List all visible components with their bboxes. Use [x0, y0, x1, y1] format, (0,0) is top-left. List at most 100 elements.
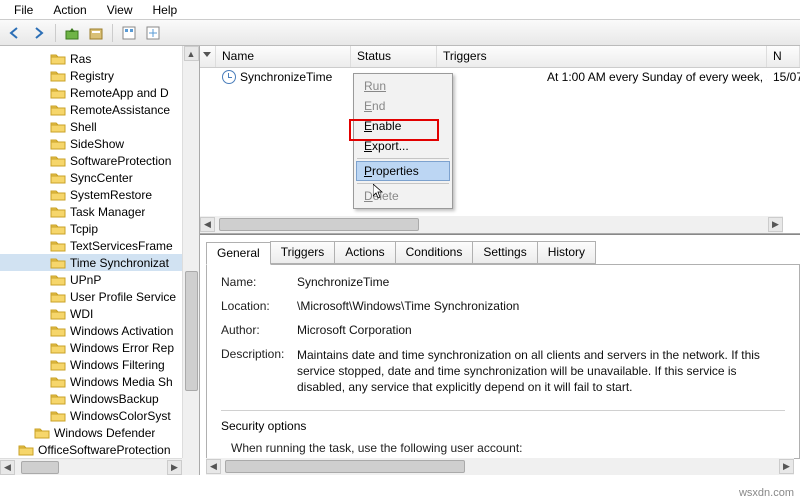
tree-item[interactable]: Windows Filtering: [0, 356, 182, 373]
tree-item[interactable]: Shell: [0, 118, 182, 135]
name-value: SynchronizeTime: [297, 275, 785, 289]
security-account-line: When running the task, use the following…: [231, 441, 785, 455]
tree-item-label: SyncCenter: [70, 171, 133, 185]
location-label: Location:: [221, 299, 297, 313]
tree-item[interactable]: OfficeSoftwareProtection: [0, 441, 182, 458]
tree-item[interactable]: SideShow: [0, 135, 182, 152]
author-value: Microsoft Corporation: [297, 323, 785, 337]
tree-vertical-scrollbar[interactable]: ▲ ▼: [182, 46, 199, 475]
tree-horizontal-scrollbar[interactable]: ◀ ▶: [0, 458, 182, 475]
clock-icon: [222, 70, 236, 84]
tree-panel: Ras Registry RemoteApp and D RemoteAssistan…: [0, 46, 200, 475]
context-export[interactable]: Export...: [356, 136, 450, 156]
task-next-run: 15/07/: [767, 69, 800, 85]
tree-item[interactable]: RemoteAssistance: [0, 101, 182, 118]
context-end[interactable]: End: [356, 96, 450, 116]
watermark: wsxdn.com: [739, 487, 794, 499]
tree-item[interactable]: Task Manager: [0, 203, 182, 220]
tree-item[interactable]: Windows Defender: [0, 424, 182, 441]
tree-item-label: Ras: [70, 52, 91, 66]
context-properties[interactable]: Properties: [356, 161, 450, 181]
tree-item[interactable]: RemoteApp and D: [0, 84, 182, 101]
tree-item-label: WDI: [70, 307, 93, 321]
details-pane: General Triggers Actions Conditions Sett…: [200, 234, 800, 475]
general-tab-content: Name: SynchronizeTime Location: \Microso…: [206, 264, 800, 459]
sort-indicator[interactable]: [200, 46, 216, 67]
tree-item[interactable]: Windows Error Rep: [0, 339, 182, 356]
forward-button[interactable]: [28, 22, 50, 44]
security-options-header: Security options: [221, 419, 785, 433]
task-row[interactable]: SynchronizeTime At 1:00 AM every Sunday …: [200, 68, 800, 86]
tree-item[interactable]: SoftwareProtection: [0, 152, 182, 169]
menu-help[interactable]: Help: [143, 1, 188, 19]
menu-bar: File Action View Help: [0, 0, 800, 20]
tree-item-label: RemoteApp and D: [70, 86, 169, 100]
menu-file[interactable]: File: [4, 1, 43, 19]
tree-item[interactable]: WindowsBackup: [0, 390, 182, 407]
task-list-header: Name Status Triggers N: [200, 46, 800, 68]
tab-triggers[interactable]: Triggers: [270, 241, 336, 264]
tree-item-label: Time Synchronizat: [70, 256, 169, 270]
description-value: Maintains date and time synchronization …: [297, 347, 785, 396]
location-value: \Microsoft\Windows\Time Synchronization: [297, 299, 785, 313]
tree-item-label: Registry: [70, 69, 114, 83]
tree-item[interactable]: Tcpip: [0, 220, 182, 237]
tree-item-label: Windows Error Rep: [70, 341, 174, 355]
tree-item-label: RemoteAssistance: [70, 103, 170, 117]
tree-item-label: WindowsBackup: [70, 392, 159, 406]
description-label: Description:: [221, 347, 297, 396]
toolbar: [0, 20, 800, 46]
tree-item-label: Windows Filtering: [70, 358, 165, 372]
context-delete[interactable]: Delete: [356, 186, 450, 206]
tab-settings[interactable]: Settings: [472, 241, 537, 264]
task-list-panel: Name Status Triggers N SynchronizeTime A…: [200, 46, 800, 234]
refresh-button[interactable]: [85, 22, 107, 44]
tree-item-label: WindowsColorSyst: [70, 409, 171, 423]
menu-view[interactable]: View: [97, 1, 143, 19]
task-triggers: At 1:00 AM every Sunday of every week, s…: [437, 69, 767, 85]
export-button[interactable]: [142, 22, 164, 44]
col-triggers[interactable]: Triggers: [437, 46, 767, 67]
tree-item[interactable]: UPnP: [0, 271, 182, 288]
tree-item[interactable]: TextServicesFrame: [0, 237, 182, 254]
author-label: Author:: [221, 323, 297, 337]
tree-item-label: OfficeSoftwareProtection: [38, 443, 171, 457]
col-name[interactable]: Name: [216, 46, 351, 67]
details-horizontal-scrollbar[interactable]: ◀ ▶: [206, 458, 794, 475]
col-status[interactable]: Status: [351, 46, 437, 67]
tree-item[interactable]: Windows Media Sh: [0, 373, 182, 390]
tree-item[interactable]: SyncCenter: [0, 169, 182, 186]
tree-item-label: User Profile Service: [70, 290, 176, 304]
properties-button[interactable]: [118, 22, 140, 44]
tree-item[interactable]: WDI: [0, 305, 182, 322]
tab-conditions[interactable]: Conditions: [395, 241, 474, 264]
context-run[interactable]: Run: [356, 76, 450, 96]
tree-item-label: SoftwareProtection: [70, 154, 171, 168]
tree-item[interactable]: Time Synchronizat: [0, 254, 182, 271]
tab-history[interactable]: History: [537, 241, 596, 264]
tree-item-label: SideShow: [70, 137, 124, 151]
tree-item-label: Windows Media Sh: [70, 375, 173, 389]
tree-item-label: Windows Activation: [70, 324, 173, 338]
tree-item[interactable]: SystemRestore: [0, 186, 182, 203]
menu-action[interactable]: Action: [43, 1, 96, 19]
tree-item[interactable]: Windows Activation: [0, 322, 182, 339]
tree-item[interactable]: Ras: [0, 50, 182, 67]
tree-item-label: UPnP: [70, 273, 101, 287]
col-next[interactable]: N: [767, 46, 800, 67]
tree-item-label: Tcpip: [70, 222, 98, 236]
tasklist-horizontal-scrollbar[interactable]: ◀ ▶: [200, 216, 783, 233]
context-menu: Run End Enable Export... Properties Dele…: [353, 73, 453, 209]
tree-item-label: SystemRestore: [70, 188, 152, 202]
tree-item[interactable]: User Profile Service: [0, 288, 182, 305]
tab-general[interactable]: General: [206, 242, 271, 265]
tree-item[interactable]: WindowsColorSyst: [0, 407, 182, 424]
tree-item-label: TextServicesFrame: [70, 239, 173, 253]
tab-actions[interactable]: Actions: [334, 241, 395, 264]
back-button[interactable]: [4, 22, 26, 44]
context-enable[interactable]: Enable: [356, 116, 450, 136]
name-label: Name:: [221, 275, 297, 289]
tree-item[interactable]: Registry: [0, 67, 182, 84]
up-folder-button[interactable]: [61, 22, 83, 44]
tree-item-label: Windows Defender: [54, 426, 155, 440]
